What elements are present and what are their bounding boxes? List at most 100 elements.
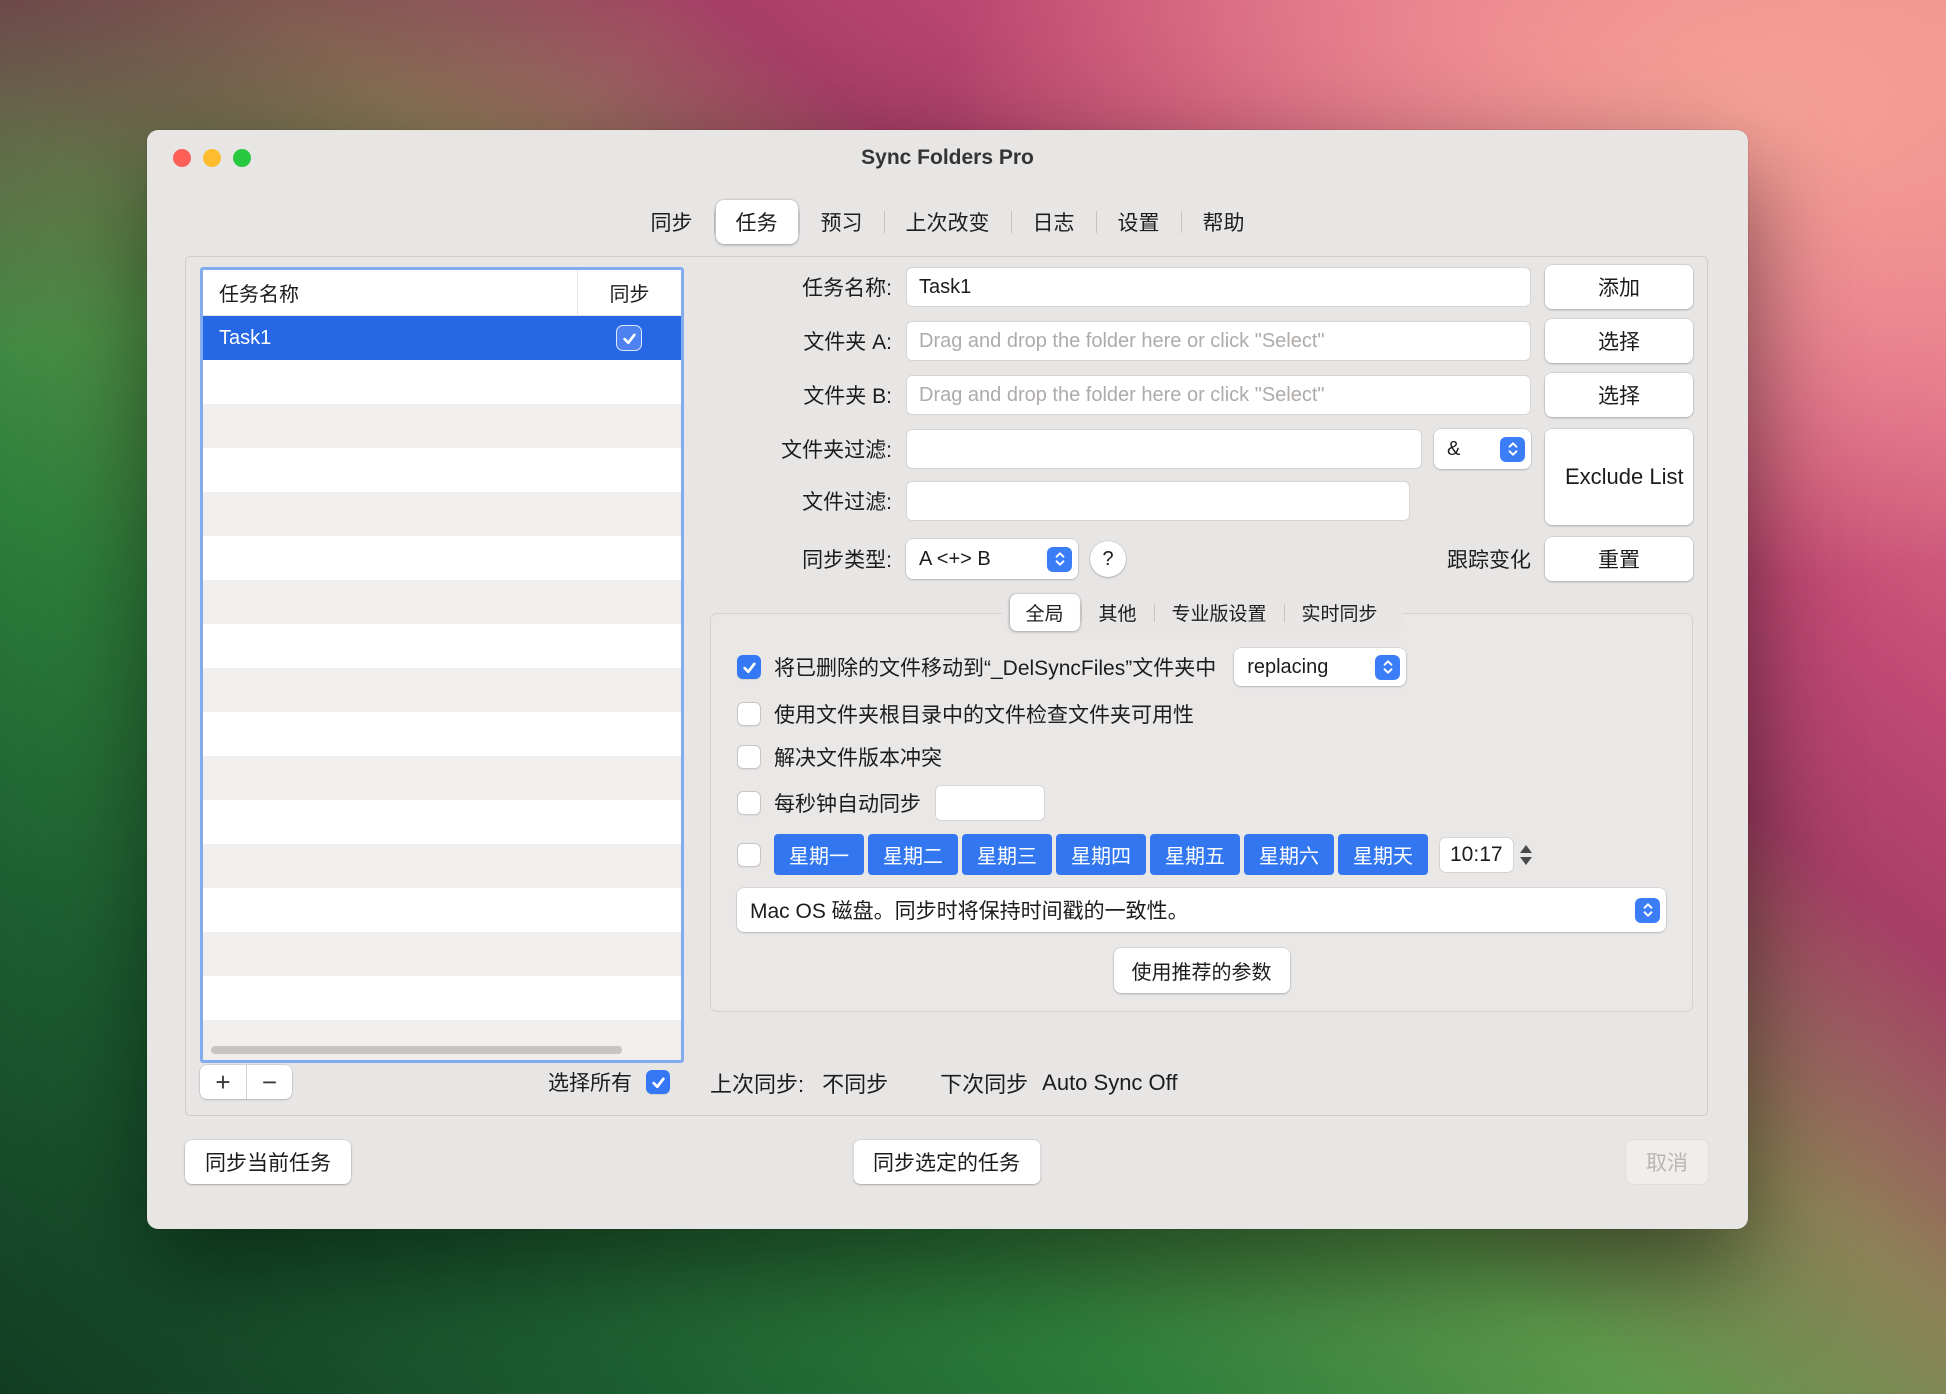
exclude-list-button[interactable]: Exclude List [1545,429,1693,525]
day-button-thursday[interactable]: 星期四 [1056,834,1146,875]
sync-type-value: A <+> B [919,548,991,571]
day-button-monday[interactable]: 星期一 [774,834,864,875]
tab-separator [1080,604,1081,622]
autosync-checkbox[interactable] [737,791,761,815]
global-settings-panel: 将已删除的文件移动到“_DelSyncFiles”文件夹中 replacing … [710,613,1693,1012]
sync-selected-tasks-button[interactable]: 同步选定的任务 [853,1140,1040,1184]
chevron-down-icon [1520,857,1532,865]
updown-arrows-icon [1500,437,1525,462]
recommended-params-button[interactable]: 使用推荐的参数 [1114,948,1290,993]
close-button[interactable] [173,149,191,167]
tab-separator [714,211,715,233]
next-sync-label: 下次同步 [940,1067,1028,1099]
check-root-label: 使用文件夹根目录中的文件检查文件夹可用性 [774,699,1194,729]
task-name-input[interactable] [906,267,1531,307]
tab-tasks[interactable]: 任务 [716,200,798,244]
sync-status-row: 上次同步: 不同步 下次同步 Auto Sync Off [710,1067,1693,1099]
disk-option-dropdown[interactable]: Mac OS 磁盘。同步时将保持时间戳的一致性。 [737,888,1666,932]
schedule-checkbox[interactable] [737,843,761,867]
updown-arrows-icon [1047,547,1072,572]
autosync-interval-input[interactable] [935,785,1045,821]
day-button-sunday[interactable]: 星期天 [1338,834,1428,875]
help-button[interactable]: ? [1090,541,1126,577]
add-task-button[interactable]: + [200,1065,246,1099]
filter-operator-dropdown[interactable]: & [1434,429,1531,469]
task-form-section: 任务名称: 添加 文件夹 A: 选择 文件夹 B: 选择 文件夹过滤: [710,267,1693,1105]
tab-content-panel: 任务名称 同步 Task1 + − [185,256,1708,1116]
weekday-buttons: 星期一 星期二 星期三 星期四 星期五 星期六 星期天 [774,834,1428,875]
traffic-lights [173,130,251,186]
page-title: Sync Folders Pro [861,146,1034,170]
sync-current-task-button[interactable]: 同步当前任务 [185,1140,351,1184]
zoom-button[interactable] [233,149,251,167]
tab-last-changes[interactable]: 上次改变 [886,200,1010,244]
checkmark-icon [621,330,638,347]
day-button-saturday[interactable]: 星期六 [1244,834,1334,875]
cancel-button[interactable]: 取消 [1626,1140,1708,1184]
subtab-pro-settings[interactable]: 专业版设置 [1156,594,1283,631]
move-deleted-checkbox[interactable] [737,655,761,679]
replacing-dropdown[interactable]: replacing [1234,648,1406,686]
resolve-conflict-checkbox[interactable] [737,745,761,769]
subtab-other[interactable]: 其他 [1082,594,1152,631]
time-stepper[interactable] [1520,845,1532,865]
subtab-realtime-sync[interactable]: 实时同步 [1286,594,1394,631]
replacing-value: replacing [1247,656,1328,679]
task-list-section: 任务名称 同步 Task1 + − [200,267,684,1105]
column-header-sync: 同步 [577,270,681,315]
move-deleted-label: 将已删除的文件移动到“_DelSyncFiles”文件夹中 [774,652,1216,682]
sync-type-label: 同步类型: [710,544,892,574]
tab-separator [1011,211,1012,233]
main-tab-bar: 同步 任务 预习 上次改变 日志 设置 帮助 [147,200,1748,244]
reset-button[interactable]: 重置 [1545,537,1693,581]
select-all-checkbox[interactable] [646,1070,670,1094]
file-filter-input[interactable] [906,481,1410,521]
add-remove-control: + − [200,1065,292,1099]
add-button[interactable]: 添加 [1545,265,1693,309]
tab-separator [884,211,885,233]
folder-filter-input[interactable] [906,429,1422,469]
subtab-global[interactable]: 全局 [1009,594,1079,631]
updown-arrows-icon [1635,898,1660,923]
folder-b-label: 文件夹 B: [710,380,892,410]
tab-settings[interactable]: 设置 [1098,200,1180,244]
task-row[interactable]: Task1 [203,316,681,360]
folder-a-label: 文件夹 A: [710,326,892,356]
tab-separator [1096,211,1097,233]
sync-type-dropdown[interactable]: A <+> B [906,539,1078,579]
horizontal-scrollbar[interactable] [211,1046,622,1054]
task-name-cell: Task1 [203,327,577,350]
tab-log[interactable]: 日志 [1013,200,1095,244]
resolve-conflict-label: 解决文件版本冲突 [774,742,942,772]
tab-separator [1181,211,1182,233]
day-button-wednesday[interactable]: 星期三 [962,834,1052,875]
remove-task-button[interactable]: − [246,1065,292,1099]
tab-preview[interactable]: 预习 [801,200,883,244]
column-header-task-name: 任务名称 [203,270,577,315]
select-folder-a-button[interactable]: 选择 [1545,319,1693,363]
last-sync-value: 不同步 [822,1067,888,1099]
tab-help[interactable]: 帮助 [1183,200,1265,244]
folder-filter-label: 文件夹过滤: [710,434,892,464]
check-root-checkbox[interactable] [737,702,761,726]
task-name-label: 任务名称: [710,272,892,302]
time-field[interactable]: 10:17 [1440,838,1513,872]
select-folder-b-button[interactable]: 选择 [1545,373,1693,417]
title-bar: Sync Folders Pro [147,130,1748,186]
next-sync-value: Auto Sync Off [1042,1070,1177,1096]
task-sync-checkbox[interactable] [617,326,641,350]
tab-sync[interactable]: 同步 [631,200,713,244]
day-button-friday[interactable]: 星期五 [1150,834,1240,875]
last-sync-label: 上次同步: [710,1067,804,1099]
checkmark-icon [650,1074,667,1091]
tab-separator [1284,604,1285,622]
folder-b-input[interactable] [906,375,1531,415]
list-empty-area [203,360,681,1060]
chevron-up-icon [1520,845,1532,853]
folder-a-input[interactable] [906,321,1531,361]
task-list-header: 任务名称 同步 [203,270,681,316]
minimize-button[interactable] [203,149,221,167]
settings-tab-bar: 全局 其他 专业版设置 实时同步 [1001,592,1401,633]
day-button-tuesday[interactable]: 星期二 [868,834,958,875]
autosync-label: 每秒钟自动同步 [774,788,921,818]
